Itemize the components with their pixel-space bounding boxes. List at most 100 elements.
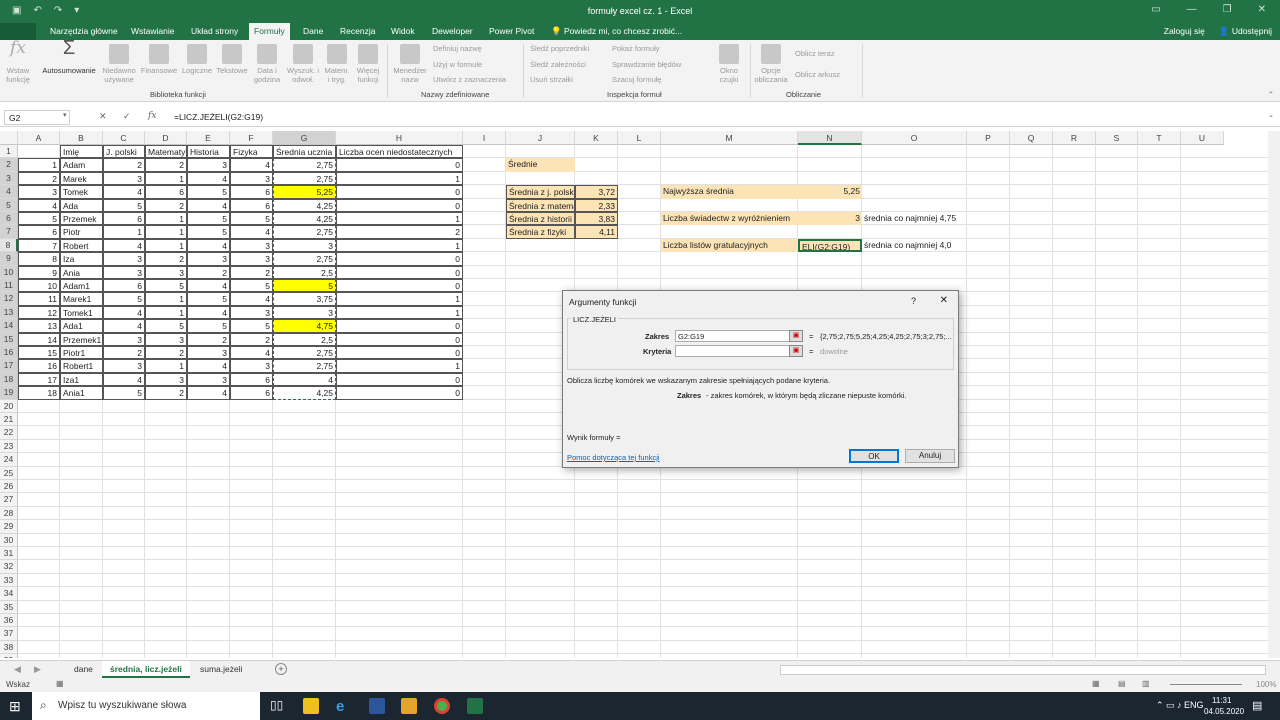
row-header[interactable]: 23	[0, 439, 18, 454]
table-cell[interactable]: 8	[18, 252, 60, 266]
row-header[interactable]: 38	[0, 640, 18, 655]
minimize-button[interactable]: —	[1187, 4, 1197, 15]
table-cell[interactable]: 3	[145, 332, 187, 346]
table-cell[interactable]: 4	[103, 238, 145, 253]
table-cell[interactable]: 4	[230, 292, 273, 306]
distinction-note[interactable]: średnia co najmniej 4,75	[862, 212, 1010, 225]
table-cell[interactable]: 4	[187, 279, 230, 293]
table-cell[interactable]: 1	[336, 212, 463, 226]
row-header[interactable]: 36	[0, 614, 18, 628]
table-cell[interactable]: 2,75	[273, 225, 336, 239]
table-cell[interactable]: 15	[18, 346, 60, 360]
column-header[interactable]: O	[862, 131, 967, 145]
table-cell[interactable]: 6	[230, 198, 273, 212]
table-cell[interactable]: 2,75	[273, 359, 336, 373]
task-view-icon[interactable]: ▯▯	[270, 698, 286, 714]
horizontal-scrollbar[interactable]	[780, 665, 1266, 675]
average-label[interactable]: Średnia z matematyki	[506, 198, 575, 212]
table-header-cell[interactable]: J. polski	[103, 145, 145, 159]
row-header[interactable]: 3	[0, 171, 18, 186]
max-value[interactable]: 5,25	[798, 185, 862, 199]
tab-home[interactable]: Narzędzia główne	[50, 26, 118, 36]
autosum-button[interactable]: Σ Autosumowanie	[38, 38, 100, 75]
row-header[interactable]: 13	[0, 305, 18, 320]
table-cell[interactable]: 5	[187, 212, 230, 226]
sheet-tab-dane[interactable]: dane	[66, 661, 101, 678]
table-cell[interactable]: 9	[18, 265, 60, 279]
table-cell[interactable]: 5	[230, 212, 273, 226]
table-cell[interactable]: 2	[230, 332, 273, 346]
table-cell[interactable]: 6	[18, 225, 60, 239]
table-cell[interactable]: 2	[187, 332, 230, 346]
table-cell[interactable]: 0	[336, 386, 463, 400]
table-cell[interactable]: 0	[336, 252, 463, 266]
table-cell[interactable]: 1	[145, 292, 187, 306]
table-cell[interactable]: Marek1	[60, 292, 103, 306]
table-cell[interactable]: 0	[336, 265, 463, 279]
row-header[interactable]: 8	[0, 238, 18, 253]
table-cell[interactable]: 1	[145, 212, 187, 226]
table-cell[interactable]: 5	[103, 292, 145, 306]
table-cell[interactable]: Przemek1	[60, 332, 103, 346]
table-cell[interactable]: Piotr1	[60, 346, 103, 360]
table-cell[interactable]: 16	[18, 359, 60, 373]
table-cell[interactable]: 13	[18, 319, 60, 333]
row-header[interactable]: 17	[0, 359, 18, 373]
table-cell[interactable]: 2	[145, 198, 187, 212]
tray-icons[interactable]: ⌃ ▭ ♪ ENG	[1156, 700, 1204, 711]
row-header[interactable]: 24	[0, 453, 18, 467]
average-value[interactable]: 3,72	[575, 185, 618, 199]
table-cell[interactable]: 6	[230, 185, 273, 199]
table-cell[interactable]: 3	[230, 305, 273, 320]
row-header[interactable]: 18	[0, 372, 18, 387]
row-header[interactable]: 32	[0, 560, 18, 574]
row-header[interactable]: 1	[0, 145, 18, 159]
table-cell[interactable]: 4	[103, 305, 145, 320]
clock-time[interactable]: 11:31	[1212, 696, 1231, 705]
table-cell[interactable]: 1	[145, 305, 187, 320]
table-cell[interactable]: 2	[18, 171, 60, 186]
table-cell[interactable]: 3	[103, 359, 145, 373]
column-header[interactable]: G	[273, 131, 336, 145]
row-header[interactable]: 20	[0, 399, 18, 413]
table-cell[interactable]: 3	[187, 252, 230, 266]
column-header[interactable]: M	[661, 131, 798, 145]
row-header[interactable]: 27	[0, 493, 18, 507]
page-layout-icon[interactable]: ▤	[1118, 679, 1126, 688]
tab-data[interactable]: Dane	[303, 26, 323, 36]
row-header[interactable]: 25	[0, 466, 18, 480]
macro-record-icon[interactable]: ▦	[56, 679, 64, 688]
tell-me-box[interactable]: 💡 Powiedz mi, co chcesz zrobić...	[551, 26, 682, 37]
taskbar-search[interactable]: ⌕ Wpisz tu wyszukiwane słowa	[32, 692, 260, 720]
column-header[interactable]: E	[187, 131, 230, 145]
table-cell[interactable]: 1	[145, 171, 187, 186]
windows-start-icon[interactable]: ⊞	[9, 698, 21, 715]
table-cell[interactable]: 2,5	[273, 332, 336, 346]
table-cell[interactable]: 3	[230, 238, 273, 253]
table-cell[interactable]: Marek	[60, 171, 103, 186]
table-cell[interactable]: 4	[103, 372, 145, 387]
column-header[interactable]: S	[1096, 131, 1138, 145]
define-name-button[interactable]: Definiuj nazwę	[433, 44, 482, 53]
row-header[interactable]: 34	[0, 587, 18, 601]
table-cell[interactable]: 5	[18, 212, 60, 226]
column-header[interactable]: J	[506, 131, 575, 145]
table-cell[interactable]: 4	[187, 386, 230, 400]
remove-arrows-button[interactable]: Usuń strzałki	[530, 75, 573, 84]
trace-dependents-button[interactable]: Śledź zależności	[530, 60, 586, 69]
table-cell[interactable]: 4	[187, 198, 230, 212]
table-cell[interactable]: 6	[230, 372, 273, 387]
table-cell[interactable]: 4	[230, 225, 273, 239]
row-header[interactable]: 19	[0, 386, 18, 400]
table-cell[interactable]: 5,25	[273, 185, 336, 199]
table-cell[interactable]: 4	[187, 305, 230, 320]
formula-input[interactable]: =LICZ.JEŻELI(G2:G19)	[174, 112, 263, 122]
row-header[interactable]: 31	[0, 547, 18, 561]
table-header-cell[interactable]: Fizyka	[230, 145, 273, 159]
table-header-cell[interactable]: Liczba ocen niedostatecznych	[336, 145, 463, 159]
table-cell[interactable]: 0	[336, 346, 463, 360]
table-cell[interactable]: 4,25	[273, 212, 336, 226]
table-cell[interactable]: 0	[336, 332, 463, 346]
table-cell[interactable]: 2	[187, 265, 230, 279]
table-cell[interactable]: 4	[187, 359, 230, 373]
